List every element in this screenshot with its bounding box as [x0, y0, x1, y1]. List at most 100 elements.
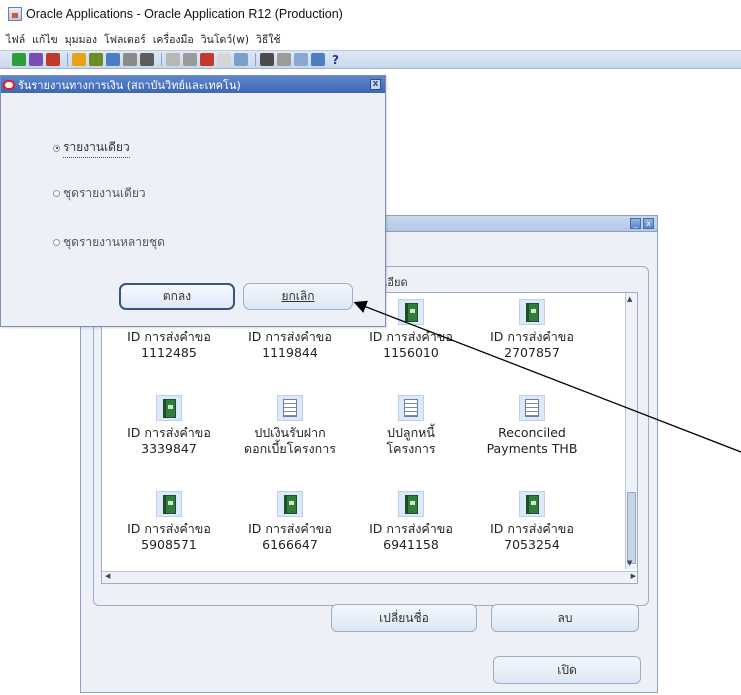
document-item-label: ID การส่งคำขอ [127, 329, 211, 344]
toolbar-zoom-icon[interactable] [123, 53, 137, 66]
dialog-title: รันรายงานทางการเงิน (สถาบันวิทย์และเทคโน… [18, 78, 241, 92]
scroll-thumb[interactable] [627, 492, 636, 564]
radio-label: ชุดรายงานหลายชุด [63, 235, 165, 249]
toolbar-print-icon[interactable] [89, 53, 103, 66]
document-item-label: ID การส่งคำขอ [369, 521, 453, 536]
document-item-sublabel: 1156010 [383, 345, 439, 360]
close-icon[interactable]: x [643, 218, 654, 229]
document-item-sublabel: โครงการ [386, 441, 436, 456]
document-item[interactable]: ID การส่งคำขอ 2707857 [471, 299, 593, 361]
toolbar-delete-record-icon[interactable] [234, 53, 248, 66]
scroll-down-icon[interactable]: ▼ [627, 559, 632, 567]
scroll-right-icon[interactable]: ▶ [631, 572, 636, 580]
radio-label: ชุดรายงานเดียว [63, 186, 146, 200]
toolbar: ? [0, 50, 741, 69]
document-item-sublabel: ดอกเบี้ยโครงการ [244, 441, 336, 456]
menu-tools[interactable]: เครื่องมือ [153, 31, 194, 48]
book-icon [398, 299, 424, 325]
document-item-label: ปปเงินรับฝาก [254, 425, 326, 440]
toolbar-copy-icon[interactable] [183, 53, 197, 66]
toolbar-refresh-icon[interactable] [140, 53, 154, 66]
document-item-sublabel: 6166647 [262, 537, 318, 552]
app-title-bar: Oracle Applications - Oracle Application… [0, 0, 741, 28]
document-icon [519, 395, 545, 421]
document-item[interactable]: ID การส่งคำขอ 6941158 [350, 491, 472, 553]
menu-edit[interactable]: แก้ไข [32, 31, 58, 48]
menu-help[interactable]: วิธีใช้ [256, 31, 281, 48]
menu-window[interactable]: วินโดว์(w) [201, 31, 249, 48]
dialog-close-icon[interactable]: x [370, 79, 381, 90]
ok-button[interactable]: ตกลง [119, 283, 235, 310]
toolbar-cut-icon[interactable] [166, 53, 180, 66]
menu-file[interactable]: ไฟล์ [6, 31, 25, 48]
document-item-label: ID การส่งคำขอ [490, 329, 574, 344]
radio-label: รายงานเดียว [63, 138, 130, 158]
menu-view[interactable]: มุมมอง [65, 31, 97, 48]
toolbar-folder-tools-icon[interactable] [294, 53, 308, 66]
ok-button-label: ตกลง [162, 289, 192, 303]
radio-unselected-icon [53, 239, 60, 246]
document-item-sublabel: 6941158 [383, 537, 439, 552]
document-item-label: ID การส่งคำขอ [248, 521, 332, 536]
delete-button[interactable]: ลบ [491, 604, 639, 632]
toolbar-attachments-icon[interactable] [277, 53, 291, 66]
document-item[interactable]: ID การส่งคำขอ 6166647 [229, 491, 351, 553]
document-item[interactable]: Reconciled Payments THB [471, 395, 593, 457]
toolbar-find-icon[interactable] [29, 53, 43, 66]
document-item[interactable]: ID การส่งคำขอ 5908571 [108, 491, 230, 553]
document-item-label: Reconciled [498, 425, 566, 440]
document-item-label: ID การส่งคำขอ [369, 329, 453, 344]
document-item-label: ID การส่งคำขอ [248, 329, 332, 344]
document-item[interactable]: ID การส่งคำขอ 7053254 [471, 491, 593, 553]
document-item-sublabel: 7053254 [504, 537, 560, 552]
document-item-sublabel: 3339847 [141, 441, 197, 456]
toolbar-translate-icon[interactable] [260, 53, 274, 66]
radio-single-report-set[interactable]: ชุดรายงานเดียว [53, 184, 146, 203]
java-app-icon [8, 7, 22, 21]
toolbar-help-icon[interactable]: ? [332, 53, 339, 67]
document-item[interactable]: ID การส่งคำขอ 3339847 [108, 395, 230, 457]
toolbar-attach-icon[interactable] [106, 53, 120, 66]
open-button[interactable]: เปิด [493, 656, 641, 684]
minimize-icon[interactable]: _ [630, 218, 641, 229]
toolbar-folder-icon[interactable] [72, 53, 86, 66]
oracle-icon [3, 79, 15, 90]
cancel-button[interactable]: ยกเลิก [243, 283, 353, 310]
toolbar-new-icon[interactable] [12, 53, 26, 66]
radio-single-report[interactable]: รายงานเดียว [53, 138, 130, 158]
radio-selected-icon [53, 144, 60, 152]
document-item-label: ปปลูกหนี้ [387, 425, 435, 440]
document-item-sublabel: 1112485 [141, 345, 197, 360]
menu-bar: ไฟล์ แก้ไข มุมมอง โฟลเดอร์ เครื่องมือ วิ… [0, 28, 741, 50]
toolbar-navigator-icon[interactable] [46, 53, 60, 66]
document-item[interactable]: ปปเงินรับฝาก ดอกเบี้ยโครงการ [229, 395, 351, 457]
scroll-up-icon[interactable]: ▲ [627, 295, 632, 303]
document-item-sublabel: 1119844 [262, 345, 318, 360]
menu-folder[interactable]: โฟลเดอร์ [104, 31, 146, 48]
rename-button[interactable]: เปลี่ยนชื่อ [331, 604, 477, 632]
cancel-button-label: ยกเลิก [281, 289, 315, 303]
vertical-scrollbar[interactable]: ▲ ▼ [625, 293, 637, 569]
run-financial-reports-dialog: รันรายงานทางการเงิน (สถาบันวิทย์และเทคโน… [0, 75, 386, 327]
toolbar-separator [67, 53, 68, 66]
book-icon [156, 395, 182, 421]
book-icon [398, 491, 424, 517]
app-title: Oracle Applications - Oracle Application… [26, 7, 343, 21]
toolbar-edit-icon[interactable] [217, 53, 231, 66]
radio-unselected-icon [53, 190, 60, 197]
document-item[interactable]: ปปลูกหนี้ โครงการ [350, 395, 472, 457]
toolbar-help-icon[interactable] [311, 53, 325, 66]
document-item-sublabel: Payments THB [486, 441, 578, 456]
document-item-label: ID การส่งคำขอ [490, 521, 574, 536]
document-icon [398, 395, 424, 421]
document-icon-list: ▲ ▼ ◀ ▶ ID การส่งคำขอ 1112485 ID การส่งคำข… [101, 292, 638, 584]
toolbar-paste-icon[interactable] [200, 53, 214, 66]
book-icon [519, 299, 545, 325]
toolbar-separator [255, 53, 256, 66]
horizontal-scrollbar[interactable]: ◀ ▶ [102, 571, 637, 583]
scroll-left-icon[interactable]: ◀ [105, 572, 110, 580]
document-item-label: ID การส่งคำขอ [127, 425, 211, 440]
book-icon [519, 491, 545, 517]
radio-multiple-report-sets[interactable]: ชุดรายงานหลายชุด [53, 233, 165, 252]
document-item-sublabel: 2707857 [504, 345, 560, 360]
